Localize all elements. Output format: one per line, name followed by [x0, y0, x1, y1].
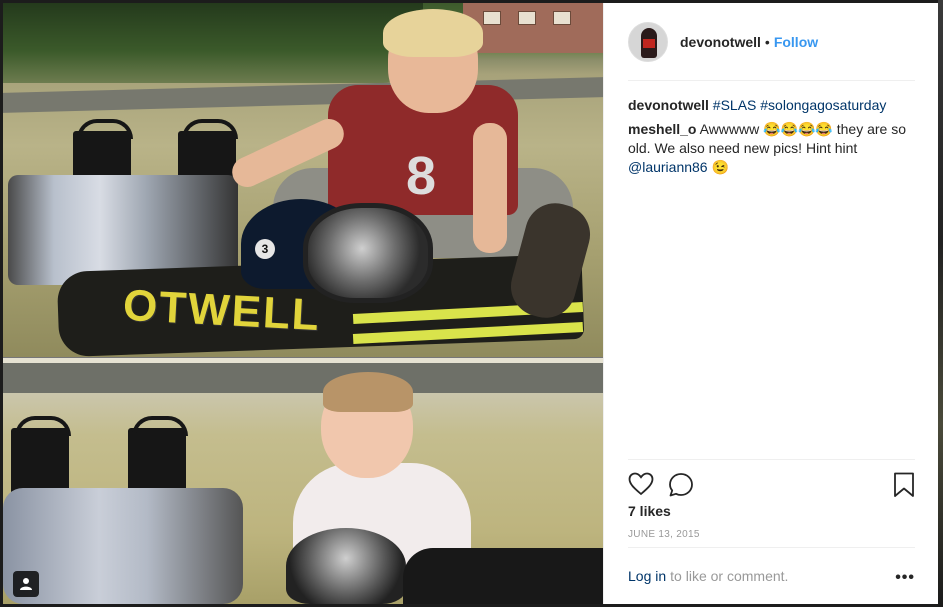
post-header: devonotwell • Follow: [628, 3, 915, 81]
comment-icon: [669, 473, 693, 497]
modal-backdrop: [938, 0, 943, 607]
user-icon: [20, 578, 32, 590]
action-bar: [628, 459, 915, 499]
comment-username[interactable]: meshell_o: [628, 121, 696, 137]
boy-arm: [473, 123, 507, 253]
photo-top-half: OTWELL 8 3: [3, 3, 603, 360]
login-link[interactable]: Log in: [628, 568, 666, 584]
post-photo[interactable]: OTWELL 8 3: [3, 3, 603, 604]
post-date[interactable]: JUNE 13, 2015: [628, 529, 700, 540]
post-sidebar: devonotwell • Follow devonotwell #SLAS #…: [603, 3, 938, 604]
scba-mask: [303, 203, 433, 303]
post-modal: OTWELL 8 3 devonotwell • Follow devonotw…: [3, 3, 938, 604]
login-prompt-text: to like or comment.: [670, 568, 789, 584]
caption-username[interactable]: devonotwell: [628, 97, 709, 113]
header-separator: •: [764, 33, 770, 50]
brick-building: [463, 3, 603, 53]
hedge: [3, 3, 423, 83]
likes-count[interactable]: 7 likes: [628, 503, 671, 519]
caption-hashtags[interactable]: #SLAS #solongagosaturday: [713, 97, 887, 113]
otwell-name-patch: OTWELL: [121, 280, 322, 341]
comment-trailing-emoji: 😉: [707, 159, 729, 175]
bookmark-icon: [894, 472, 914, 497]
comment-item: meshell_o Awwwww 😂😂😂😂 they are so old. W…: [628, 120, 918, 177]
save-button[interactable]: [893, 472, 915, 498]
caption: devonotwell #SLAS #solongagosaturday: [628, 96, 918, 115]
heart-icon: [628, 472, 654, 496]
like-button[interactable]: [628, 472, 654, 498]
baby-hair: [323, 372, 413, 412]
more-options-button[interactable]: •••: [895, 569, 915, 587]
scba-mask: [286, 528, 406, 604]
header-username[interactable]: devonotwell: [680, 34, 761, 50]
comment-mention[interactable]: @lauriann86: [628, 159, 708, 175]
road: [3, 363, 603, 393]
tagged-users-button[interactable]: [13, 571, 39, 597]
comment-button[interactable]: [668, 472, 694, 498]
avatar[interactable]: [628, 21, 668, 62]
comments-list: devonotwell #SLAS #solongagosaturday mes…: [628, 96, 918, 182]
turnout-coat: [3, 488, 243, 604]
boy-hair: [383, 9, 483, 57]
follow-button[interactable]: Follow: [774, 34, 818, 50]
turnout-gear: [403, 548, 603, 604]
login-footer: Log in to like or comment. •••: [628, 547, 915, 604]
